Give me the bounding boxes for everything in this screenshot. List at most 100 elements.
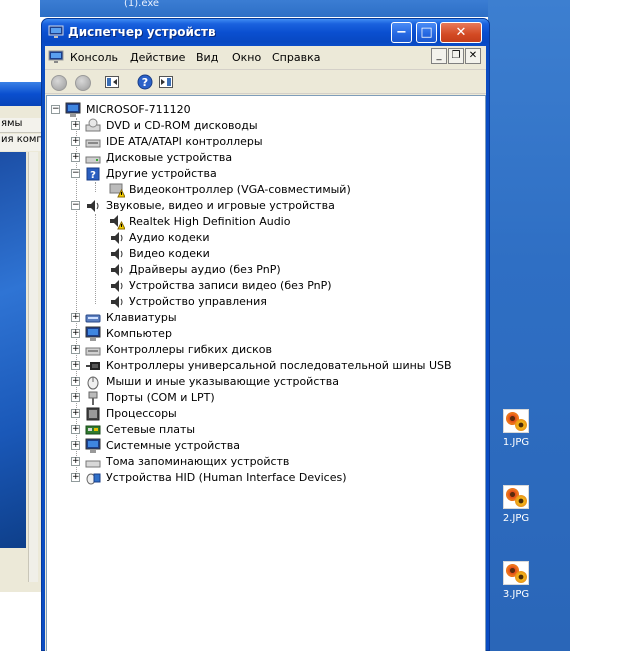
tree-item-disk[interactable]: + Дисковые устройства	[71, 150, 471, 166]
jpg-thumbnail-icon	[503, 409, 529, 433]
svg-text:?: ?	[142, 76, 148, 89]
background-window-image	[0, 152, 26, 548]
tree-item-label: Тома запоминающих устройств	[106, 455, 290, 468]
menu-view[interactable]: Вид	[196, 51, 218, 64]
tree-item-network[interactable]: + Сетевые платы	[71, 422, 471, 438]
sound-device-icon	[111, 232, 123, 244]
expand-toggle[interactable]: +	[71, 393, 80, 402]
computer-icon	[65, 102, 81, 117]
collapse-toggle[interactable]: −	[51, 105, 60, 114]
tree-item-label: Устройство управления	[129, 295, 267, 308]
mdi-restore-button[interactable]: ❐	[448, 48, 464, 64]
tree-item-realtek[interactable]: Realtek High Definition Audio	[90, 214, 470, 230]
menu-action[interactable]: Действие	[130, 51, 185, 64]
tree-item-label: Видео кодеки	[129, 247, 210, 260]
close-button[interactable]: ✕	[440, 22, 482, 43]
tree-item-label: Сетевые платы	[106, 423, 196, 436]
tree-item-label: IDE ATA/ATAPI контроллеры	[106, 135, 263, 148]
show-hide-action-pane-icon[interactable]	[159, 76, 173, 88]
tree-item-ide[interactable]: + IDE ATA/ATAPI контроллеры	[71, 134, 471, 150]
expand-toggle[interactable]: +	[71, 425, 80, 434]
expand-toggle[interactable]: +	[71, 329, 80, 338]
desktop-icon-3jpg[interactable]: 3.JPG	[486, 561, 546, 600]
tree-item-label: Процессоры	[106, 407, 177, 420]
menu-help[interactable]: Справка	[272, 51, 320, 64]
window-title: Диспетчер устройств	[68, 25, 216, 39]
mdi-child-icon[interactable]	[48, 50, 64, 64]
minimize-glyph: −	[396, 25, 407, 40]
tree-item-keyboards[interactable]: + Клавиатуры	[71, 310, 471, 326]
tree-item-label: DVD и CD-ROM дисководы	[106, 119, 258, 132]
mdi-minimize-button[interactable]: _	[431, 48, 447, 64]
jpg-thumbnail-icon	[503, 561, 529, 585]
floppy-controller-icon	[85, 347, 101, 356]
background-window[interactable]: ямы ия комп	[0, 82, 44, 592]
tree-item-floppy[interactable]: + Контроллеры гибких дисков	[71, 342, 471, 358]
collapse-toggle[interactable]: −	[71, 169, 80, 178]
window-client-area: Консоль Действие Вид Окно Справка _ ❐ ✕ …	[45, 46, 486, 651]
tree-item-usb[interactable]: + Контроллеры универсальной последовател…	[71, 358, 471, 374]
expand-toggle[interactable]: +	[71, 441, 80, 450]
tree-item-label: Аудио кодеки	[129, 231, 210, 244]
expand-toggle[interactable]: +	[71, 345, 80, 354]
menu-console[interactable]: Консоль	[70, 51, 118, 64]
collapse-toggle[interactable]: −	[71, 201, 80, 210]
expand-toggle[interactable]: +	[71, 153, 80, 162]
tree-item-audio-codecs[interactable]: Аудио кодеки	[90, 230, 470, 246]
desktop-icon-2jpg[interactable]: 2.JPG	[486, 485, 546, 524]
expand-toggle[interactable]: +	[71, 121, 80, 130]
expand-toggle[interactable]: +	[71, 137, 80, 146]
close-glyph: ✕	[455, 25, 467, 40]
maximize-button[interactable]: □	[416, 22, 437, 43]
expand-toggle[interactable]: +	[71, 409, 80, 418]
maximize-glyph: □	[420, 25, 433, 40]
tree-item-mice[interactable]: + Мыши и иные указывающие устройства	[71, 374, 471, 390]
tree-item-control-device[interactable]: Устройство управления	[90, 294, 470, 310]
tree-item-computer[interactable]: + Компьютер	[71, 326, 471, 342]
tree-item-ports[interactable]: + Порты (COM и LPT)	[71, 390, 471, 406]
tree-item-label: Клавиатуры	[106, 311, 177, 324]
menu-bar: Консоль Действие Вид Окно Справка _ ❐ ✕	[45, 46, 486, 70]
tree-item-dvd[interactable]: + DVD и CD-ROM дисководы	[71, 118, 471, 134]
tree-item-audio-drivers[interactable]: Драйверы аудио (без PnP)	[90, 262, 470, 278]
tree-item-processors[interactable]: + Процессоры	[71, 406, 471, 422]
tree-item-video-capture[interactable]: Устройства записи видео (без PnP)	[90, 278, 470, 294]
background-window-scrollbar[interactable]	[28, 152, 38, 582]
desktop-top-label[interactable]: (1).exe	[124, 0, 159, 9]
tree-item-other[interactable]: − ? Другие устройства	[71, 166, 471, 182]
cdrom-icon	[85, 118, 101, 132]
tree-item-system[interactable]: + Системные устройства	[71, 438, 471, 454]
warning-device-icon	[109, 183, 125, 198]
expand-toggle[interactable]: +	[71, 457, 80, 466]
menu-window[interactable]: Окно	[232, 51, 261, 64]
device-manager-window: Диспетчер устройств − □ ✕ Консоль Действ…	[41, 18, 490, 651]
processor-icon	[86, 407, 100, 421]
expand-toggle[interactable]: +	[71, 377, 80, 386]
usb-icon	[86, 362, 100, 370]
tree-root[interactable]: − MICROSOF-711120	[51, 102, 351, 118]
expand-toggle[interactable]: +	[71, 361, 80, 370]
desktop-icon-1jpg[interactable]: 1.JPG	[486, 409, 546, 448]
tree-item-sound[interactable]: − Звуковые, видео и игровые устройства	[71, 198, 471, 214]
tree-item-hid[interactable]: + Устройства HID (Human Interface Device…	[71, 470, 471, 486]
minimize-button[interactable]: −	[391, 22, 412, 43]
help-icon[interactable]: ?	[137, 74, 153, 90]
tree-item-storage[interactable]: + Тома запоминающих устройств	[71, 454, 471, 470]
keyboard-icon	[85, 314, 101, 323]
tree-item-label: Звуковые, видео и игровые устройства	[106, 199, 335, 212]
tree-item-vga[interactable]: Видеоконтроллер (VGA-совместимый)	[90, 182, 470, 198]
device-tree[interactable]: − MICROSOF-711120 + DVD и CD-ROM дисково…	[46, 95, 486, 651]
back-button[interactable]	[51, 75, 67, 91]
background-window-titlebar[interactable]	[0, 82, 43, 106]
mdi-close-button[interactable]: ✕	[465, 48, 481, 64]
warning-sound-icon	[110, 215, 125, 230]
storage-volume-icon	[85, 460, 101, 468]
tree-item-video-codecs[interactable]: Видео кодеки	[90, 246, 470, 262]
forward-button[interactable]	[75, 75, 91, 91]
window-titlebar[interactable]: Диспетчер устройств − □ ✕	[42, 19, 489, 46]
expand-toggle[interactable]: +	[71, 313, 80, 322]
expand-toggle[interactable]: +	[71, 473, 80, 482]
show-hide-console-tree-icon[interactable]	[105, 76, 119, 88]
background-window-menu[interactable]: ямы	[0, 118, 44, 133]
background-window-menu-2[interactable]: ия комп	[0, 134, 44, 151]
